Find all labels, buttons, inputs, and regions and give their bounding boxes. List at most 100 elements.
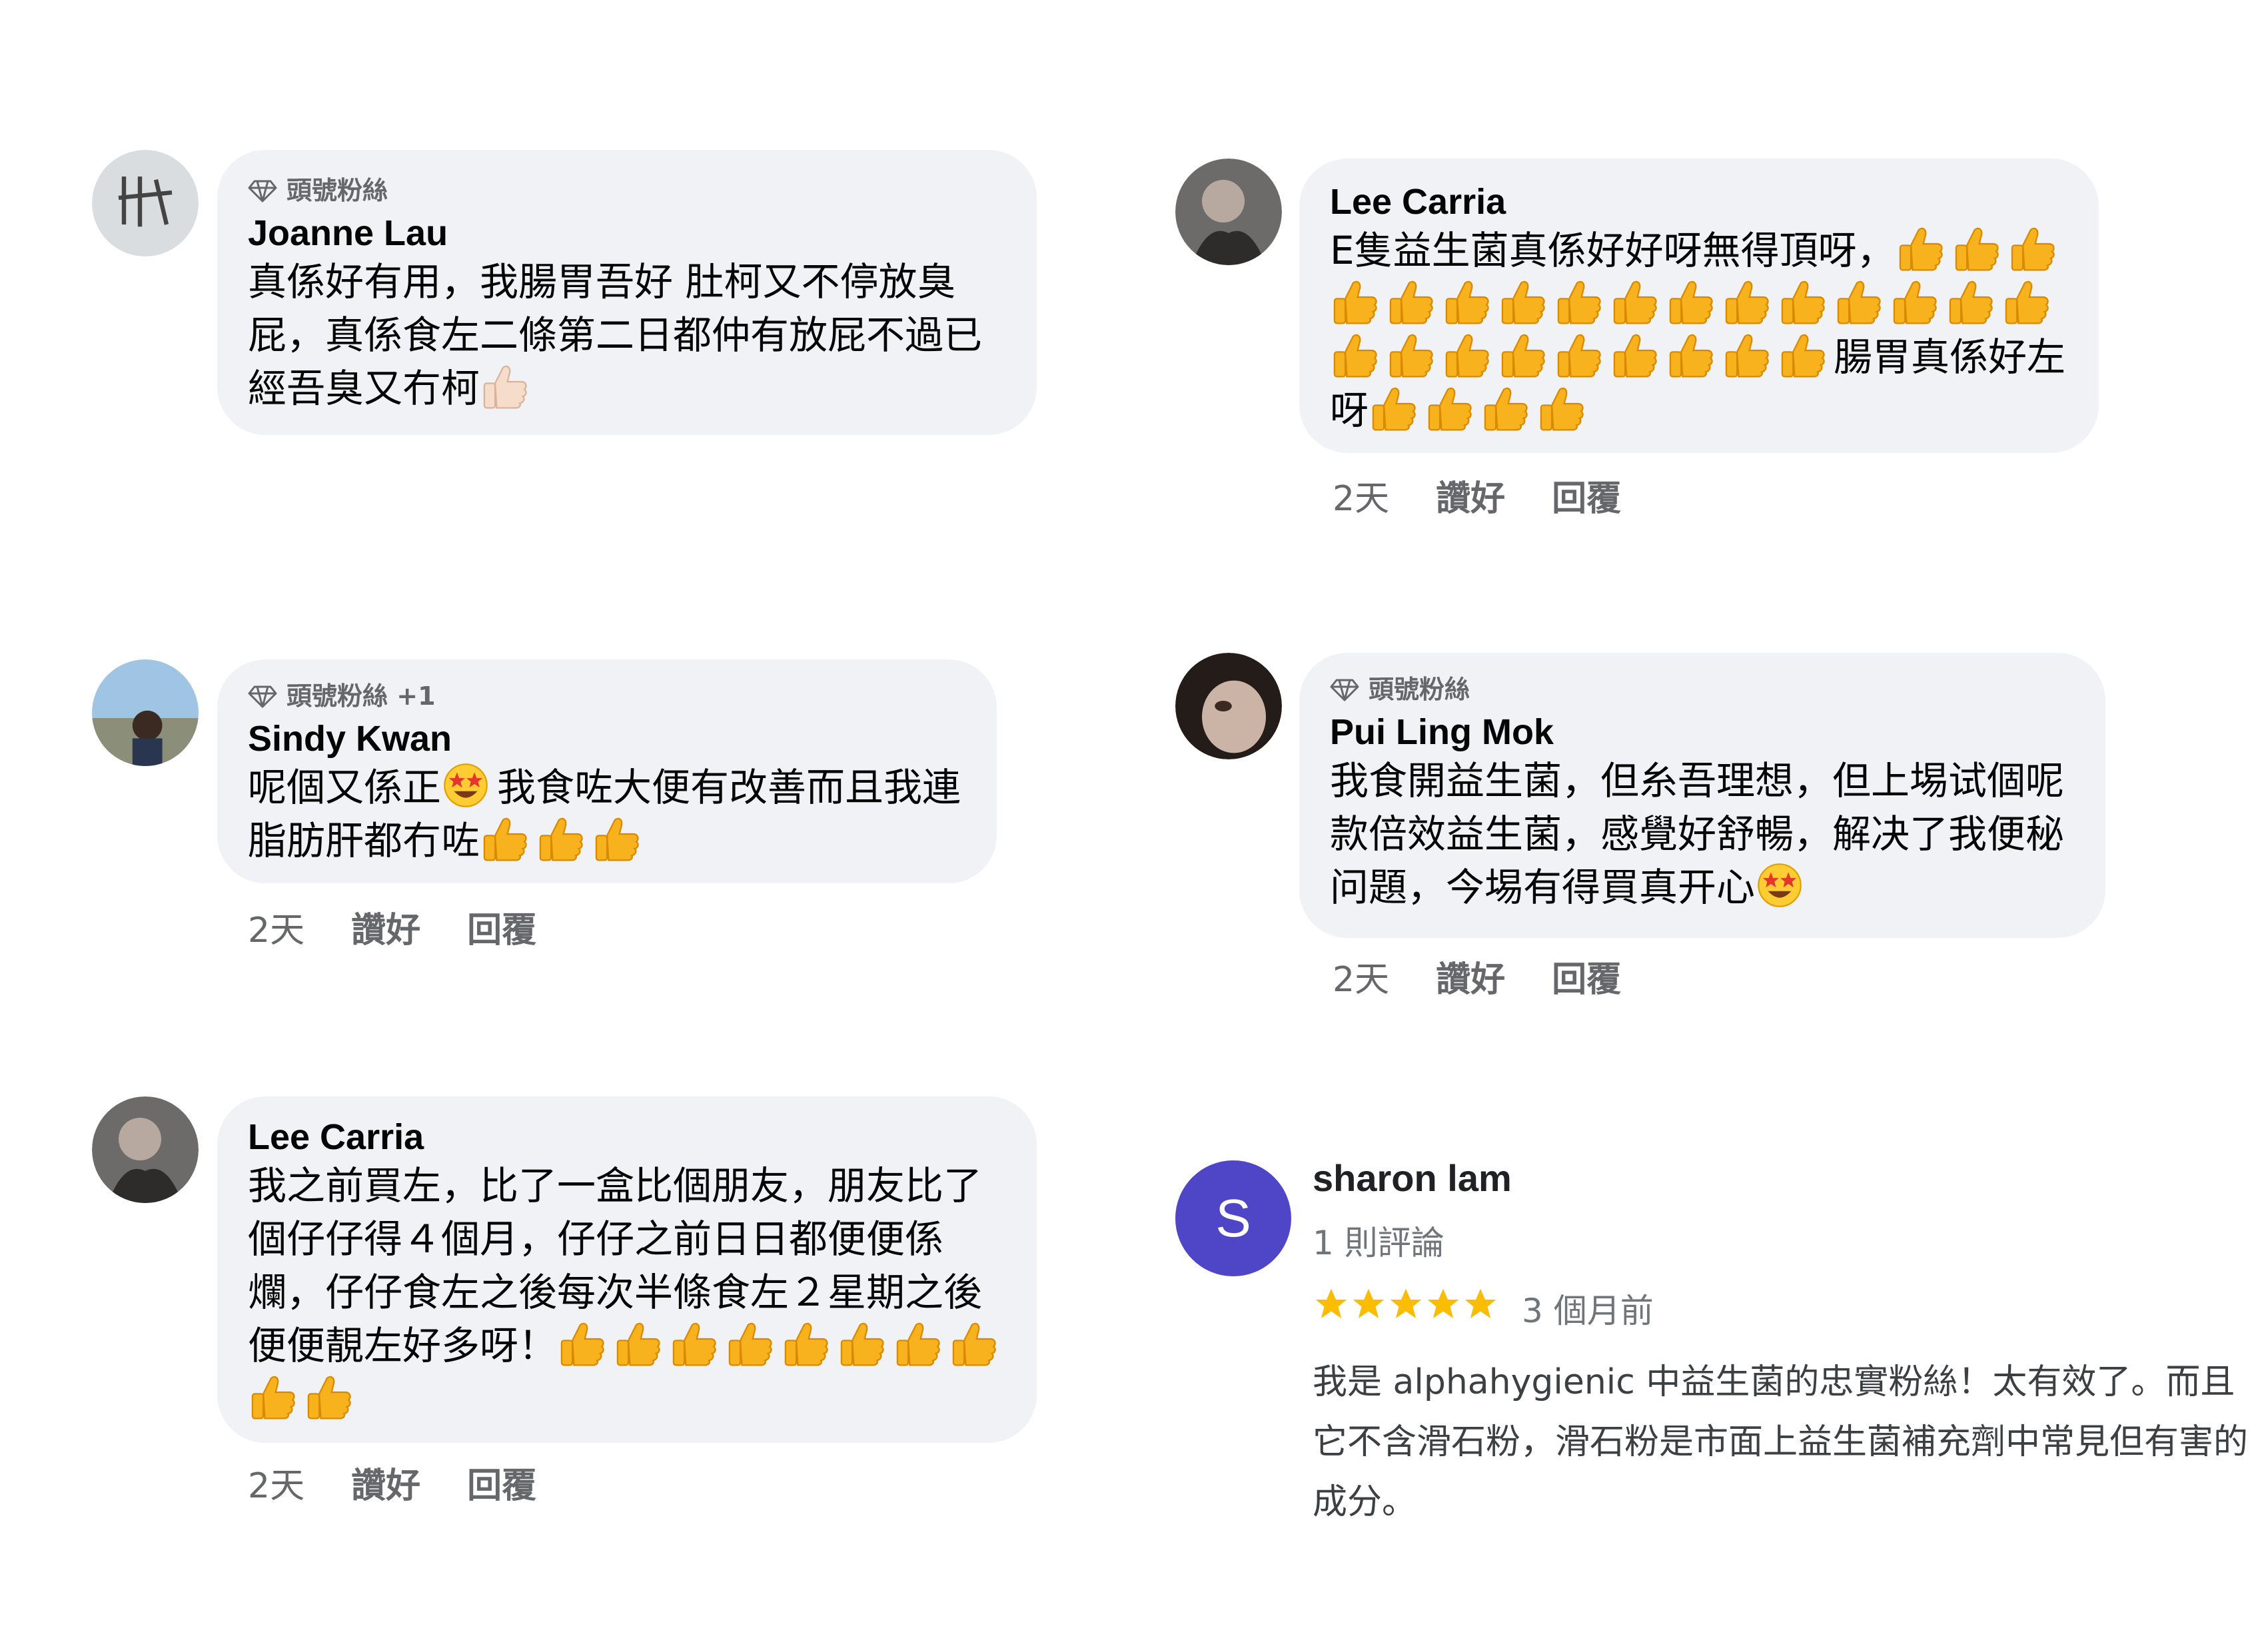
thumbs-up-icon: [1442, 332, 1491, 378]
thumbs-up-icon: [248, 1374, 297, 1420]
reviewer-avatar[interactable]: S: [1175, 1160, 1291, 1276]
comment-text: 我食開益生菌，但糸吾理想，但上埸试個呢款倍效益生菌，感覺好舒暢，解决了我便秘问題…: [1330, 758, 2065, 910]
comment-actions: 2天 讚好 回覆: [248, 902, 536, 952]
badge-label: 頭號粉絲: [286, 176, 388, 205]
star-icon: [1424, 1286, 1462, 1323]
thumbs-up-icon: [1554, 332, 1603, 378]
thumbs-up-icon: [1952, 225, 2001, 272]
comment-actions: 2天 讚好 回覆: [1333, 951, 1621, 1001]
review-text: 我是 alphahygienic 中益生菌的忠實粉絲！太有效了。而且它不含滑石粉…: [1313, 1362, 2249, 1522]
thumbs-up-icon: [1610, 332, 1659, 378]
reply-button[interactable]: 回覆: [1552, 951, 1621, 1001]
thumbs-up-icon: [1946, 278, 1995, 325]
comment-bubble-lee-carria-2: Lee Carria 我之前買左，比了一盒比個朋友，朋友比了個仔仔得４個月，仔仔…: [217, 1096, 1037, 1443]
top-fan-badge: 頭號粉絲: [1330, 673, 2075, 706]
like-button[interactable]: 讚好: [351, 902, 420, 952]
avatar-lee-carria[interactable]: [1175, 159, 1282, 265]
comment-text: 我之前買左，比了一盒比個朋友，朋友比了個仔仔得４個月，仔仔之前日日都便便係爛，仔…: [248, 1159, 1006, 1426]
like-button[interactable]: 讚好: [351, 1457, 420, 1507]
thumbs-up-icon: [1666, 332, 1715, 378]
thumbs-up-icon: [1480, 385, 1530, 432]
commenter-name[interactable]: Lee Carria: [248, 1115, 1006, 1159]
review-count[interactable]: 1 則評論: [1313, 1216, 1444, 1264]
commenter-name[interactable]: Lee Carria: [1330, 180, 2068, 224]
thumbs-up-icon: [1896, 225, 1945, 272]
thumbs-up-icon: [304, 1374, 353, 1420]
thumbs-up-light-icon: [480, 363, 529, 410]
commenter-name[interactable]: Sindy Kwan: [248, 717, 966, 761]
thumbs-up-icon: [1778, 278, 1827, 325]
reply-button[interactable]: 回覆: [467, 1457, 536, 1507]
thumbs-up-icon: [1498, 332, 1547, 378]
commenter-name[interactable]: Pui Ling Mok: [1330, 710, 2075, 754]
commenter-name[interactable]: Joanne Lau: [248, 211, 1006, 255]
avatar-lee-carria-2[interactable]: [92, 1096, 199, 1203]
review-time: 3 個月前: [1522, 1292, 1654, 1330]
thumbs-up-icon: [1424, 385, 1474, 432]
thumbs-up-icon: [781, 1320, 830, 1367]
thumbs-up-icon: [1610, 278, 1659, 325]
comment-time: 2天: [248, 1466, 305, 1506]
avatar-sindy-kwan[interactable]: [92, 659, 199, 766]
avatar-joanne-lau[interactable]: [92, 150, 199, 256]
comment-text: 真係好有用，我腸胃吾好 肚柯又不停放臭屁，真係食左二條第二日都仲有放屁不過已經吾…: [248, 259, 983, 411]
thumbs-up-icon: [1778, 332, 1827, 378]
comment-bubble-sindy-kwan: 頭號粉絲 +1 Sindy Kwan 呢個又係正 我食咗大便有改善而且我連脂肪肝都…: [217, 659, 997, 883]
thumbs-up-icon: [1554, 278, 1603, 325]
comment-text: E隻益生菌真係好好呀無得頂呀， 腸胃真係好左呀: [1330, 224, 2068, 437]
thumbs-up-icon: [557, 1320, 606, 1367]
comment-actions: 2天 讚好 回覆: [1333, 470, 1621, 520]
like-button[interactable]: 讚好: [1436, 470, 1505, 520]
diamond-icon: [1330, 677, 1359, 701]
thumbs-up-icon: [1834, 278, 1883, 325]
comment-time: 2天: [1333, 479, 1390, 519]
comment-actions: 2天 讚好 回覆: [248, 1457, 536, 1507]
thumbs-up-icon: [613, 1320, 662, 1367]
badge-label: 頭號粉絲 +1: [286, 681, 436, 711]
star-struck-icon: [441, 762, 490, 809]
thumbs-up-icon: [949, 1320, 998, 1367]
comment-time: 2天: [1333, 960, 1390, 1000]
thumbs-up-icon: [837, 1320, 886, 1367]
thumbs-up-icon: [1330, 278, 1379, 325]
comment-bubble-pui-ling-mok: 頭號粉絲 Pui Ling Mok 我食開益生菌，但糸吾理想，但上埸试個呢款倍效…: [1299, 653, 2105, 938]
top-fan-badge: 頭號粉絲 +1: [248, 679, 966, 713]
reviewer-name[interactable]: sharon lam: [1313, 1156, 1512, 1200]
thumbs-up-icon: [669, 1320, 718, 1367]
thumbs-up-icon: [592, 815, 641, 862]
thumbs-up-icon: [1498, 278, 1547, 325]
avatar-pui-ling-mok[interactable]: [1175, 653, 1282, 759]
star-struck-icon: [1755, 862, 1804, 909]
reply-button[interactable]: 回覆: [1552, 470, 1621, 520]
star-icon: [1462, 1286, 1499, 1323]
thumbs-up-icon: [2007, 225, 2057, 272]
thumbs-up-icon: [1536, 385, 1586, 432]
thumbs-up-icon: [1722, 278, 1771, 325]
comment-bubble-lee-carria: Lee Carria E隻益生菌真係好好呀無得頂呀， 腸胃真係好左呀: [1299, 159, 2099, 453]
thumbs-up-icon: [1386, 332, 1435, 378]
comment-bubble-joanne-lau: 頭號粉絲 Joanne Lau 真係好有用，我腸胃吾好 肚柯又不停放臭屁，真係食…: [217, 150, 1037, 435]
top-fan-badge: 頭號粉絲: [248, 174, 1006, 207]
thumbs-up-icon: [725, 1320, 774, 1367]
star-icon: [1387, 1286, 1424, 1323]
thumbs-up-icon: [536, 815, 585, 862]
diamond-icon: [248, 684, 277, 708]
badge-label: 頭號粉絲: [1369, 675, 1470, 704]
like-button[interactable]: 讚好: [1436, 951, 1505, 1001]
thumbs-up-icon: [1330, 332, 1379, 378]
thumbs-up-icon: [1442, 278, 1491, 325]
star-icon: [1350, 1286, 1387, 1323]
reply-button[interactable]: 回覆: [467, 902, 536, 952]
thumbs-up-icon: [1369, 385, 1418, 432]
thumbs-up-icon: [893, 1320, 942, 1367]
thumbs-up-icon: [1890, 278, 1939, 325]
star-icon: [1313, 1286, 1350, 1323]
thumbs-up-icon: [1722, 332, 1771, 378]
diamond-icon: [248, 179, 277, 203]
comment-text: 呢個又係正 我食咗大便有改善而且我連脂肪肝都冇咗: [248, 761, 966, 867]
star-rating: [1313, 1286, 1499, 1331]
thumbs-up-icon: [1386, 278, 1435, 325]
thumbs-up-icon: [480, 815, 529, 862]
thumbs-up-icon: [1666, 278, 1715, 325]
rating-row: 3 個月前: [1313, 1284, 1654, 1332]
